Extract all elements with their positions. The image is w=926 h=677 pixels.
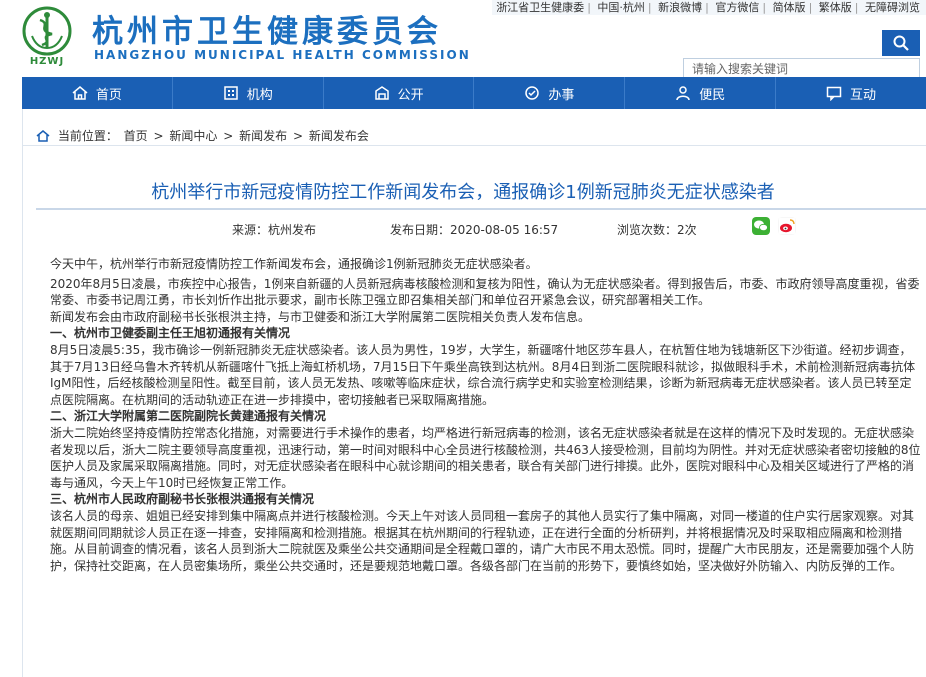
building-icon [223, 86, 238, 100]
breadcrumb-separator: > [223, 129, 234, 143]
logo-text: HZWJ [29, 56, 65, 67]
nav-item-open[interactable]: 公开 [324, 77, 475, 109]
top-link-wechat[interactable]: 官方微信 [715, 1, 759, 14]
home-icon [72, 86, 88, 100]
date-value: 2020-08-05 16:57 [450, 223, 559, 237]
nav-item-home[interactable]: 首页 [22, 77, 173, 109]
top-link-traditional[interactable]: 繁体版 [819, 1, 852, 14]
weibo-share-icon[interactable] [778, 217, 796, 235]
article-body: 今天中午，杭州举行市新冠疫情防控工作新闻发布会，通报确诊1例新冠肺炎无症状感染者… [50, 256, 922, 574]
breadcrumb-item-news-release[interactable]: 新闻发布 [239, 129, 287, 143]
interact-icon [826, 86, 842, 101]
paragraph: 2020年8月5日凌晨，市疾控中心报告，1例来自新疆的人员新冠病毒核酸检测和复核… [50, 276, 920, 308]
main-nav: 首页 机构 公开 办事 便民 互动 [22, 77, 926, 109]
section-heading: 三、杭州市人民政府副秘书长张根洪通报有关情况 [50, 492, 315, 507]
section-heading: 一、杭州市卫健委副主任王旭初通报有关情况 [50, 326, 291, 341]
people-icon [676, 86, 690, 101]
article-views: 浏览次数：2次 [617, 221, 697, 238]
nav-label: 便民 [699, 87, 726, 103]
breadcrumb-item-home[interactable]: 首页 [124, 129, 148, 143]
search-button[interactable] [882, 30, 920, 56]
search-icon [893, 35, 909, 51]
location-icon [36, 130, 50, 142]
breadcrumb-separator: > [153, 129, 164, 143]
breadcrumb-divider [22, 145, 926, 146]
nav-label: 机构 [246, 87, 273, 103]
paragraph: 新闻发布会由市政府副秘书长张根洪主持，与市卫健委和浙江大学附属第二医院相关负责人… [50, 309, 591, 324]
breadcrumb-separator: > [292, 129, 304, 143]
site-subtitle: HANGZHOU MUNICIPAL HEALTH COMMISSION [94, 48, 471, 62]
paragraph: 8月5日凌晨5:35，我市确诊一例新冠肺炎无症状感染者。该人员为男性，19岁，大… [50, 342, 916, 407]
site-title[interactable]: 杭州市卫生健康委员会 [92, 6, 442, 51]
nav-item-convenience[interactable]: 便民 [625, 77, 777, 109]
breadcrumb-prefix: 当前位置： [57, 129, 118, 143]
section-heading: 二、浙江大学附属第二医院副院长黄建通报有关情况 [50, 409, 327, 424]
search-input[interactable]: 请输入搜索关键词 [683, 58, 920, 78]
top-links: 浙江省卫生健康委 | 中国·杭州 | 新浪微博 | 官方微信 | 简体版 | 繁体版 | 无… [492, 0, 926, 15]
date-label: 发布日期： [390, 223, 451, 237]
nav-label: 公开 [397, 87, 424, 103]
nav-item-interact[interactable]: 互动 [776, 77, 926, 109]
open-icon [374, 86, 389, 100]
paragraph-lead: 今天中午，杭州举行市新冠疫情防控工作新闻发布会，通报确诊1例新冠肺炎无症状感染者… [50, 257, 538, 271]
paragraph: 浙大二院始终坚持疫情防控常态化措施，对需要进行手术操作的患者，均严格进行新冠病毒… [50, 425, 921, 490]
title-divider [36, 208, 926, 210]
breadcrumb: 当前位置： 首页 > 新闻中心 > 新闻发布 > 新闻发布会 [36, 127, 371, 144]
nav-item-institution[interactable]: 机构 [173, 77, 324, 109]
nav-item-service[interactable]: 办事 [474, 77, 626, 109]
article-source: 来源：杭州发布 [232, 221, 316, 238]
top-link-weibo[interactable]: 新浪微博 [658, 1, 702, 14]
breadcrumb-item-press-conference[interactable]: 新闻发布会 [309, 129, 369, 143]
site-header: HZWJ 杭州市卫生健康委员会 HANGZHOU MUNICIPAL HEALT… [0, 0, 926, 78]
nav-label: 首页 [95, 87, 122, 103]
nav-label: 办事 [548, 87, 575, 103]
article-date: 发布日期：2020-08-05 16:57 [390, 221, 558, 238]
wechat-share-icon[interactable] [752, 217, 770, 235]
search-area: 请输入搜索关键词 [683, 30, 920, 78]
nav-label: 互动 [850, 87, 877, 103]
top-link-simplified[interactable]: 简体版 [773, 1, 806, 14]
breadcrumb-item-news-center[interactable]: 新闻中心 [169, 129, 217, 143]
article-title: 杭州举行市新冠疫情防控工作新闻发布会，通报确诊1例新冠肺炎无症状感染者 [151, 182, 775, 203]
top-link-zj-health[interactable]: 浙江省卫生健康委 [496, 1, 584, 14]
source-label: 来源： [232, 223, 269, 237]
top-link-accessibility[interactable]: 无障碍浏览 [865, 1, 920, 14]
views-label: 浏览次数： [617, 223, 678, 237]
source-value: 杭州发布 [268, 223, 317, 237]
service-icon [525, 86, 540, 100]
views-value: 2次 [677, 223, 697, 237]
top-link-hangzhou[interactable]: 中国·杭州 [597, 1, 645, 14]
commission-logo[interactable] [22, 6, 72, 56]
paragraph: 该名人员的母亲、姐姐已经安排到集中隔离点并进行核酸检测。今天上午对该人员同租一套… [50, 508, 915, 573]
